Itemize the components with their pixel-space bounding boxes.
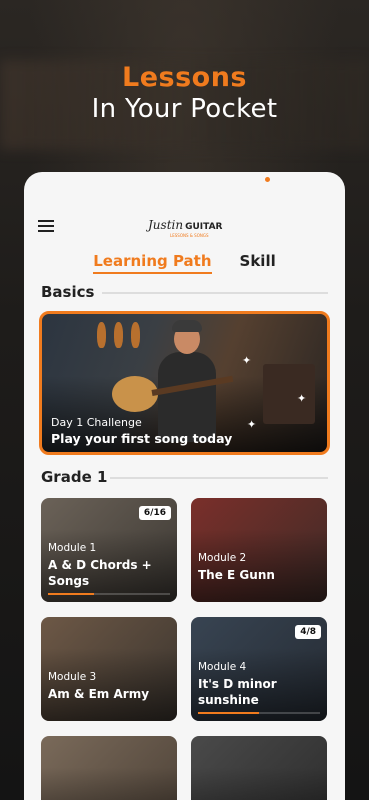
module-card-6[interactable]: Module 6 — [191, 736, 327, 800]
progress-bar — [48, 593, 94, 595]
camera-dot — [265, 177, 270, 182]
logo-sub: LESSONS & SONGS — [170, 233, 209, 238]
tab-skill[interactable]: Skill — [240, 252, 276, 274]
sparkle-icon: ✦ — [297, 392, 307, 405]
module-title: It's D minor sunshine — [198, 677, 277, 707]
sparkle-icon: ✦ — [247, 418, 257, 431]
section-title-grade1: Grade 1 — [41, 468, 108, 486]
tab-learning-path[interactable]: Learning Path — [93, 252, 212, 274]
logo-word: GUITAR — [185, 222, 223, 232]
progress-badge: 6/16 — [138, 506, 171, 520]
module-number: Module 4 — [198, 661, 247, 673]
promo-headline: Lessons — [122, 62, 247, 93]
module-number: Module 1 — [48, 542, 97, 554]
section-title-basics: Basics — [41, 283, 95, 301]
sparkle-icon: ✦ — [242, 354, 252, 367]
app-logo: Justin GUITAR LESSONS & SONGS — [148, 214, 224, 238]
card-overlay — [191, 498, 327, 602]
module-card-5[interactable]: Module 5 — [41, 736, 177, 800]
progress-badge: 4/8 — [295, 625, 321, 639]
hero-card-day1[interactable]: ✦ ✦ ✦ Day 1 Challenge Play your first so… — [39, 311, 330, 455]
amp-image — [263, 364, 315, 424]
module-number: Module 3 — [48, 671, 97, 683]
hero-subtitle: Day 1 Challenge — [51, 416, 142, 429]
progress-bar — [198, 712, 259, 714]
hero-title: Play your first song today — [51, 431, 233, 446]
card-overlay — [41, 617, 177, 721]
module-card-1[interactable]: Module 1 A & D Chords + Songs 6/16 — [41, 498, 177, 602]
menu-icon[interactable] — [38, 220, 54, 232]
module-title: The E Gunn — [198, 568, 275, 582]
phone-screen: Justin GUITAR LESSONS & SONGS Learning Pa… — [24, 172, 345, 800]
promo-subheadline: In Your Pocket — [91, 94, 278, 124]
module-number: Module 2 — [198, 552, 247, 564]
module-card-3[interactable]: Module 3 Am & Em Army — [41, 617, 177, 721]
section-divider — [102, 292, 328, 294]
wall-guitars-image — [97, 322, 157, 350]
acoustic-guitar-image — [112, 374, 234, 414]
module-card-2[interactable]: Module 2 The E Gunn — [191, 498, 327, 602]
card-overlay — [191, 736, 327, 800]
module-title: Am & Em Army — [48, 687, 150, 701]
logo-script: Justin — [148, 218, 184, 232]
module-card-4[interactable]: Module 4 It's D minor sunshine 4/8 — [191, 617, 327, 721]
section-divider — [110, 477, 328, 479]
card-overlay — [41, 736, 177, 800]
module-title: A & D Chords + Songs — [48, 558, 152, 588]
tab-bar: Learning Path Skill — [24, 252, 345, 274]
